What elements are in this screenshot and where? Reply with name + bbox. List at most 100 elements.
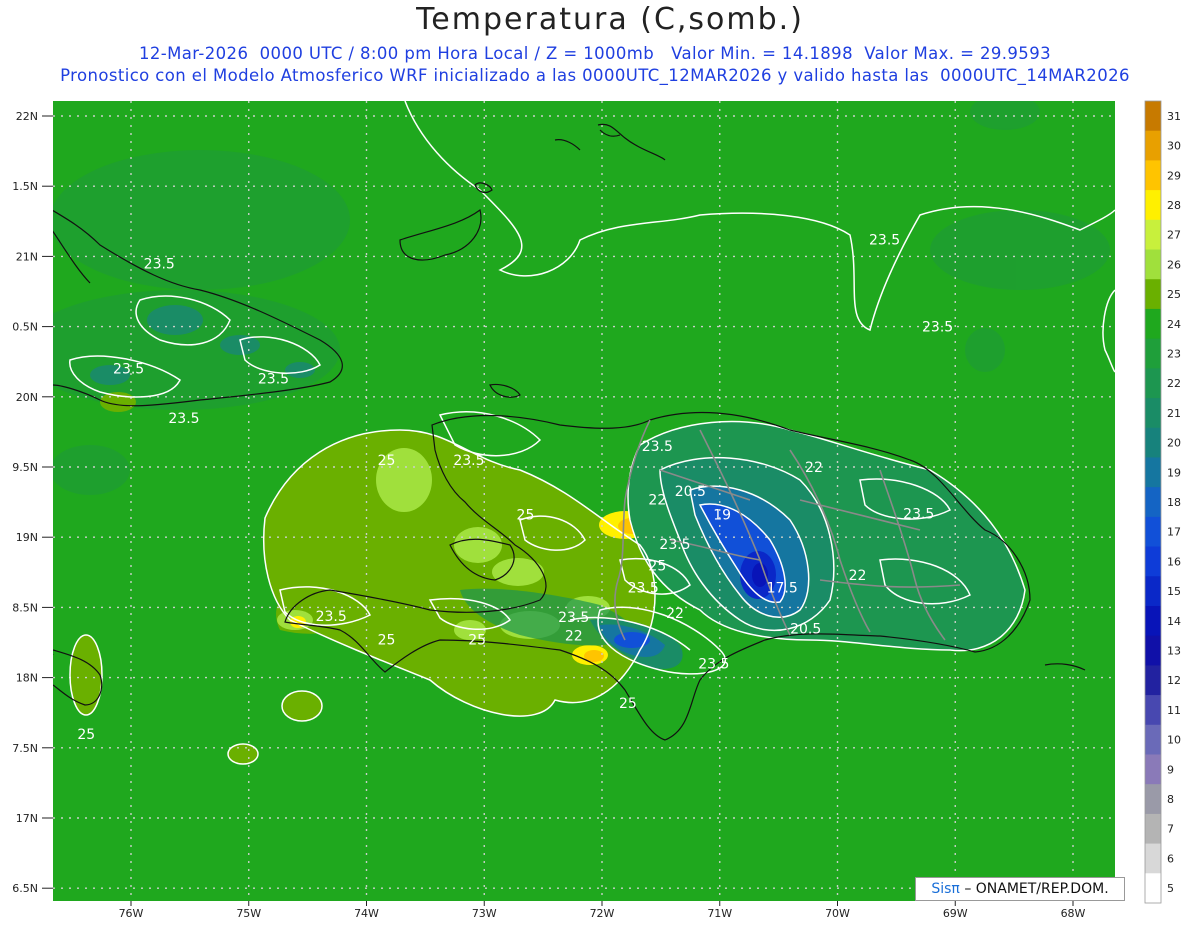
colorbar-label: 14 [1167, 615, 1181, 628]
contour-label: 22 [666, 606, 684, 622]
colorbar-swatch [1145, 754, 1161, 785]
latitude-label: 18N [16, 672, 38, 685]
latitude-label: 8.5N [12, 601, 38, 614]
contour-label: 25 [378, 633, 396, 649]
colorbar-swatch [1145, 487, 1161, 518]
colorbar-swatch [1145, 338, 1161, 369]
latitude-label: 17N [16, 812, 38, 825]
colorbar-swatch [1145, 398, 1161, 429]
contour-label: 19 [713, 508, 731, 524]
contour-label: 23.5 [642, 439, 673, 455]
contour-label: 25 [619, 696, 637, 712]
credit-org: – ONAMET/REP.DOM. [964, 881, 1109, 897]
colorbar-label: 7 [1167, 823, 1174, 836]
contour-label: 22 [648, 492, 666, 508]
credit-pi-symbol: π [951, 881, 960, 897]
contour-label: 25 [77, 727, 95, 743]
latitude-label: 21N [16, 250, 38, 263]
colorbar-swatch [1145, 784, 1161, 815]
latitude-label: 20N [16, 391, 38, 404]
colorbar-label: 11 [1167, 704, 1181, 717]
contour-label: 22 [565, 628, 583, 644]
contour-label: 23.5 [258, 372, 289, 388]
contour-label: 23.5 [453, 453, 484, 469]
contour-label: 23.5 [558, 610, 589, 626]
colorbar-swatch [1145, 368, 1161, 399]
longitude-label: 73W [472, 907, 497, 920]
colorbar-swatch [1145, 813, 1161, 845]
longitude-label: 70W [825, 907, 850, 920]
colorbar-label: 28 [1167, 199, 1181, 212]
colorbar-swatch [1145, 873, 1161, 904]
colorbar-swatch [1145, 427, 1161, 458]
colorbar-label: 19 [1167, 466, 1181, 479]
colorbar-label: 21 [1167, 407, 1181, 420]
colorbar-swatch [1145, 516, 1161, 548]
contour-label: 20.5 [790, 621, 821, 637]
colorbar-swatch [1145, 190, 1161, 221]
contour-label: 23.5 [869, 233, 900, 249]
contour-label: 25 [468, 633, 486, 649]
longitude-label: 74W [354, 907, 379, 920]
colorbar-label: 23 [1167, 347, 1181, 360]
colorbar-swatch [1145, 457, 1161, 488]
colorbar-label: 17 [1167, 526, 1181, 539]
latitude-axis: 22N 1.5N 21N 0.5N 20N 9.5N 19N 8.5N 18N 7.5N 17N 6.… [12, 110, 53, 895]
latitude-label: 1.5N [12, 180, 38, 193]
colorbar-swatch [1145, 101, 1161, 132]
contour-label: 23.5 [113, 362, 144, 378]
colorbar-label: 25 [1167, 288, 1181, 301]
credit-brand: Sis [931, 881, 952, 897]
latitude-label: 22N [16, 110, 38, 123]
temperature-field [53, 101, 1115, 901]
colorbar-label: 22 [1167, 377, 1181, 390]
colorbar-legend: 31 30 29 28 27 26 25 24 23 22 21 20 19 18 17 16 15 14 13 12… [1144, 100, 1181, 904]
contour-label: 22 [805, 460, 823, 476]
longitude-label: 75W [236, 907, 261, 920]
contour-label: 17.5 [767, 581, 798, 597]
contour-label: 25 [648, 558, 666, 574]
latitude-label: 9.5N [12, 461, 38, 474]
colorbar-swatch [1145, 635, 1161, 666]
contour-label: 23.5 [922, 320, 953, 336]
temperature-map: 23.5 23.5 23.5 23.5 23.5 23.5 25 23.5 23.5 22 20.5… [12, 100, 1181, 920]
contour-label: 23.5 [316, 609, 347, 625]
colorbar-label: 6 [1167, 852, 1174, 865]
longitude-label: 68W [1061, 907, 1086, 920]
latitude-label: 6.5N [12, 882, 38, 895]
colorbar-label: 5 [1167, 882, 1174, 895]
colorbar-swatch [1145, 160, 1161, 191]
colorbar-swatch [1145, 843, 1161, 874]
colorbar-label: 24 [1167, 318, 1181, 331]
colorbar-swatch [1145, 695, 1161, 726]
colorbar-swatch [1145, 605, 1161, 637]
colorbar-swatch [1145, 219, 1161, 251]
latitude-label: 0.5N [12, 321, 38, 334]
contour-label: 23.5 [659, 537, 690, 553]
colorbar-label: 16 [1167, 555, 1181, 568]
colorbar-label: 15 [1167, 585, 1181, 598]
contour-label: 25 [378, 453, 396, 469]
contour-label: 23.5 [628, 581, 659, 597]
colorbar-label: 12 [1167, 674, 1181, 687]
colorbar-label: 26 [1167, 258, 1181, 271]
contour-label: 22 [849, 568, 867, 584]
credit-box: Sisπ – ONAMET/REP.DOM. [915, 877, 1125, 901]
colorbar-label: 10 [1167, 734, 1181, 747]
colorbar-swatch [1145, 130, 1161, 161]
contour-label: 23.5 [144, 256, 175, 272]
colorbar-label: 18 [1167, 496, 1181, 509]
contour-label: 23.5 [698, 657, 729, 673]
colorbar-swatch [1145, 249, 1161, 280]
colorbar-label: 31 [1167, 110, 1181, 123]
latitude-label: 7.5N [12, 742, 38, 755]
colorbar-swatch [1145, 546, 1161, 577]
colorbar-swatch [1145, 665, 1161, 696]
colorbar-label: 27 [1167, 229, 1181, 242]
colorbar-label: 9 [1167, 763, 1174, 776]
contour-label: 23.5 [903, 506, 934, 522]
colorbar-label: 8 [1167, 793, 1174, 806]
colorbar-swatch [1145, 279, 1161, 310]
colorbar-label: 30 [1167, 140, 1181, 153]
colorbar-label: 20 [1167, 437, 1181, 450]
